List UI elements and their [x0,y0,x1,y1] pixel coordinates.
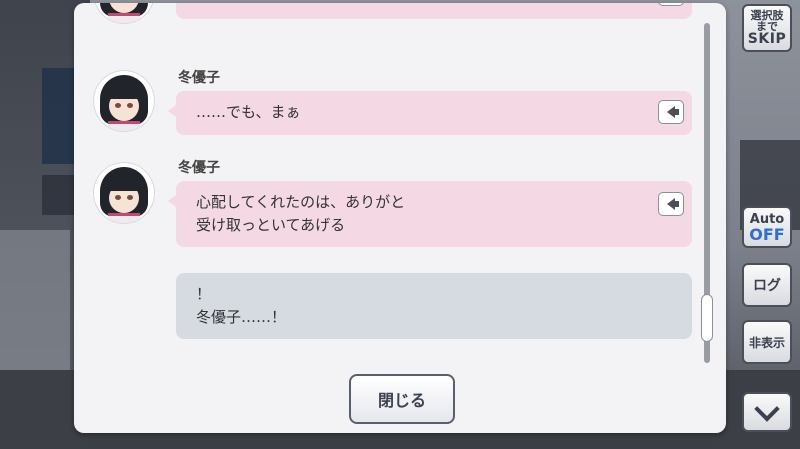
voice-replay-button[interactable] [658,192,684,216]
voice-replay-button[interactable] [658,3,684,6]
background-poster [42,68,76,164]
dialogue-bubble: …… [176,3,692,19]
skip-label-line3: SKIP [747,30,787,47]
dialogue-text-line1: 心配してくれたのは、ありがと [196,193,406,211]
speaker-avatar [94,3,154,23]
dialogue-text-line2: 受け取っといてあげる [196,216,346,234]
auto-state: OFF [749,224,785,244]
log-label: ログ [753,278,781,294]
skip-label-line2: まで [756,19,778,33]
log-scroll-thumb[interactable] [701,294,713,342]
close-button[interactable]: 閉じる [349,374,455,424]
skip-to-choice-button[interactable]: 選択肢 まで SKIP [742,4,792,52]
speaker-name: 冬優子 [178,160,220,176]
skip-label-line1: 選択肢 [750,8,784,22]
chevron-down-icon [754,396,780,422]
dialogue-text: ……でも、まぁ [196,103,301,121]
voice-replay-button[interactable] [658,100,684,124]
dialogue-text-line1: ！ [196,285,212,303]
background-door [0,230,70,370]
dialogue-bubble: ……でも、まぁ [168,91,692,135]
player-bubble: ！ 冬優子……！ [176,273,692,339]
speaker-avatar [94,71,154,131]
backlog-dialog: …… 冬優子 ……でも、まぁ 冬優子 心配してくれたのは、ありがと 受け取っとい [74,3,726,433]
speaker-icon [667,198,679,210]
auto-button[interactable]: Auto OFF [742,206,792,248]
hide-ui-button[interactable]: 非表示 [742,320,792,364]
dialogue-bubble: 心配してくれたのは、ありがと 受け取っといてあげる [168,181,692,247]
speaker-icon [667,106,679,118]
background-poster-small [42,175,76,215]
speaker-name: 冬優子 [178,70,220,86]
dialogue-text-line2: 冬優子……！ [196,308,287,326]
menu-down-button[interactable] [742,392,792,432]
hide-label: 非表示 [748,335,785,350]
speaker-avatar [94,163,154,223]
log-button[interactable]: ログ [742,263,792,307]
